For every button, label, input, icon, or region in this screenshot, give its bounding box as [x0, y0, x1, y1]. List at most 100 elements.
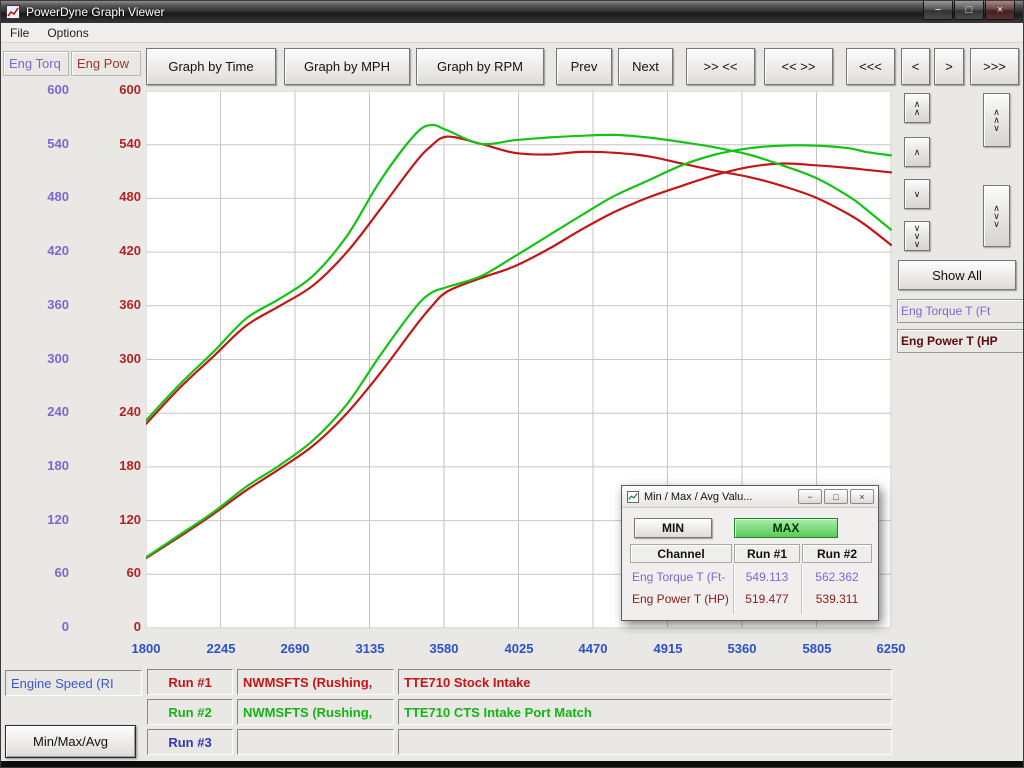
x-axis-rpm-tick: 4025 [486, 641, 552, 657]
close-button[interactable]: × [985, 1, 1015, 20]
run-comment-2: TTE710 CTS Intake Port Match [398, 699, 892, 725]
chevron-glyph: ∨ [914, 240, 921, 248]
chevron-glyph: ∧ [914, 108, 921, 116]
minmax-col-run2: Run #2 [802, 544, 872, 563]
compress-x-button[interactable]: >> << [686, 48, 755, 85]
minmax-window-title: Min / Max / Avg Valu... [644, 491, 752, 503]
y-axis-power-tick: 300 [93, 351, 141, 367]
y-axis-torque-tick: 300 [21, 351, 69, 367]
x-axis-rpm-tick: 2690 [262, 641, 328, 657]
minmax-col-run1: Run #1 [734, 544, 800, 563]
app-icon [6, 5, 20, 19]
y-axis-torque-tick: 60 [21, 565, 69, 581]
x-axis-rpm-tick: 4470 [560, 641, 626, 657]
menu-item-file[interactable]: File [1, 24, 38, 42]
chevron-glyph: ∧ [914, 148, 921, 156]
channel-label-torque[interactable]: Eng Torque T (Ft [897, 299, 1024, 323]
spinner-up-button[interactable]: ∧ [904, 137, 930, 167]
min-button[interactable]: MIN [634, 518, 712, 538]
y-axis-power-tick: 240 [93, 404, 141, 420]
maximize-button[interactable]: □ [954, 1, 984, 20]
minmax-window-icon [627, 491, 639, 503]
y-axis-torque-tick: 120 [21, 512, 69, 528]
next-button[interactable]: Next [618, 48, 673, 85]
spinner-down-button[interactable]: ∨ [904, 179, 930, 209]
run-label-3[interactable]: Run #3 [147, 729, 233, 755]
minmax-window[interactable]: Min / Max / Avg Valu... − □ × MIN MAX Ch… [621, 485, 879, 621]
y-axis-power-tick: 60 [93, 565, 141, 581]
y-axis-power-tick: 180 [93, 458, 141, 474]
window-title: PowerDyne Graph Viewer [26, 5, 165, 19]
expand-x-button[interactable]: << >> [764, 48, 833, 85]
y-axis-torque-tick: 240 [21, 404, 69, 420]
y-axis-power-tick: 120 [93, 512, 141, 528]
minmax-channel-name: Eng Torque T (Ft- [632, 570, 732, 590]
spinner-up-fast-button[interactable]: ∧∧ [904, 93, 930, 123]
y-axis-power-tick: 540 [93, 136, 141, 152]
x-axis-rpm-tick: 3135 [337, 641, 403, 657]
x-axis-rpm-tick: 6250 [858, 641, 924, 657]
minmaxavg-button[interactable]: Min/Max/Avg [5, 725, 136, 758]
y-axis-torque-tick: 540 [21, 136, 69, 152]
last-run-button[interactable]: >>> [970, 48, 1019, 85]
x-axis-rpm-tick: 5805 [784, 641, 850, 657]
chevron-glyph: ∨ [993, 220, 1000, 228]
prev-button[interactable]: Prev [556, 48, 612, 85]
y-axis-torque-tick: 420 [21, 243, 69, 259]
show-all-button[interactable]: Show All [898, 260, 1016, 290]
y-axis-torque-tick: 480 [21, 189, 69, 205]
minmax-window-titlebar[interactable]: Min / Max / Avg Valu... − □ × [622, 486, 878, 508]
minmax-run1-value: 519.477 [734, 592, 800, 612]
pan-down-button[interactable]: ∧∨∨ [983, 185, 1010, 247]
x-axis-rpm-tick: 5360 [709, 641, 775, 657]
max-button[interactable]: MAX [734, 518, 838, 538]
minmax-run2-value: 539.311 [802, 592, 872, 612]
run-file-3 [237, 729, 394, 755]
minmax-channel-name: Eng Power T (HP) [632, 592, 732, 612]
chevron-glyph: ∨ [993, 124, 1000, 132]
y-axis-power-tick: 600 [93, 82, 141, 98]
minmax-run1-value: 549.113 [734, 570, 800, 590]
minimize-button[interactable]: − [923, 1, 953, 20]
minmax-col-channel: Channel [630, 544, 732, 563]
step-forward-button[interactable]: > [934, 48, 964, 85]
minmax-run2-value: 562.362 [802, 570, 872, 590]
title-bar[interactable]: PowerDyne Graph Viewer − □ × [1, 1, 1023, 23]
pan-up-button[interactable]: ∧∧∨ [983, 93, 1010, 147]
chevron-glyph: ∨ [914, 190, 921, 198]
run-comment-1: TTE710 Stock Intake [398, 669, 892, 695]
y-axis-torque-tick: 360 [21, 297, 69, 313]
run-label-1[interactable]: Run #1 [147, 669, 233, 695]
graph-by-mph-button[interactable]: Graph by MPH [284, 48, 410, 85]
minmax-window-controls: − □ × [798, 489, 874, 504]
minmax-table-row: Eng Power T (HP)519.477539.311 [622, 592, 880, 612]
x-axis-rpm-tick: 1800 [113, 641, 179, 657]
minmax-restore-button[interactable]: □ [824, 489, 848, 504]
channel-label-power[interactable]: Eng Power T (HP [897, 329, 1024, 353]
graph-by-time-button[interactable]: Graph by Time [146, 48, 276, 85]
first-run-button[interactable]: <<< [846, 48, 895, 85]
minmax-close-button[interactable]: × [850, 489, 874, 504]
x-axis-rpm-tick: 3580 [411, 641, 477, 657]
window-bottom-edge [1, 761, 1023, 768]
step-back-button[interactable]: < [901, 48, 930, 85]
run-label-2[interactable]: Run #2 [147, 699, 233, 725]
menu-item-options[interactable]: Options [38, 24, 97, 42]
y-axis-power-tick: 0 [93, 619, 141, 635]
run-comment-3 [398, 729, 892, 755]
y-axis-power-tick: 420 [93, 243, 141, 259]
run-file-2: NWMSFTS (Rushing, [237, 699, 394, 725]
y-axis-power-tick: 360 [93, 297, 141, 313]
minmax-table-row: Eng Torque T (Ft-549.113562.362 [622, 570, 880, 590]
y-axis-power-tick: 480 [93, 189, 141, 205]
tab-eng-torque[interactable]: Eng Torq [3, 51, 69, 76]
spinner-down-fast-button[interactable]: ∨∨∨ [904, 221, 930, 251]
graph-by-rpm-button[interactable]: Graph by RPM [416, 48, 544, 85]
x-axis-rpm-tick: 4915 [635, 641, 701, 657]
tab-eng-power[interactable]: Eng Pow [71, 51, 141, 76]
minmax-minimize-button[interactable]: − [798, 489, 822, 504]
y-axis-torque-tick: 600 [21, 82, 69, 98]
run-file-1: NWMSFTS (Rushing, [237, 669, 394, 695]
x-axis-channel-label[interactable]: Engine Speed (RI [5, 670, 142, 696]
y-axis-torque-tick: 0 [21, 619, 69, 635]
